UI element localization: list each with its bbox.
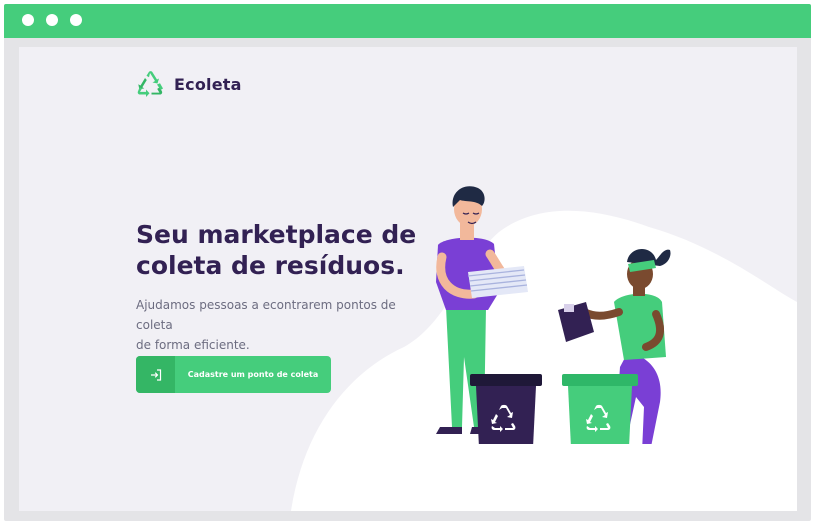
window-dot[interactable] [70, 14, 82, 26]
description-line: Ajudamos pessoas a econtrarem pontos de … [136, 298, 396, 332]
page-viewport: Ecoleta Seu marketplace de coleta de res… [19, 47, 797, 511]
page-title: Seu marketplace de coleta de resíduos. [136, 219, 436, 281]
bin-lid-green [562, 374, 638, 386]
title-line: coleta de resíduos. [136, 251, 405, 280]
recycle-bin-icon [568, 386, 632, 444]
plastic-jug [558, 302, 594, 342]
cta-label: Cadastre um ponto de coleta [187, 370, 319, 379]
sign-in-icon [150, 368, 161, 381]
register-collection-point-button[interactable]: Cadastre um ponto de coleta [136, 356, 331, 393]
window-titlebar [4, 4, 811, 38]
recycle-icon [137, 71, 163, 97]
browser-window: Ecoleta Seu marketplace de coleta de res… [4, 4, 811, 521]
title-line: Seu marketplace de [136, 220, 417, 249]
brand-logo[interactable]: Ecoleta [136, 71, 242, 97]
brand-name: Ecoleta [174, 74, 242, 94]
bin-lid-dark [470, 374, 542, 386]
hero-description: Ajudamos pessoas a econtrarem pontos de … [136, 295, 436, 355]
cta-icon-box [136, 356, 175, 393]
window-dot[interactable] [22, 14, 34, 26]
description-line: de forma eficiente. [136, 338, 250, 352]
recycle-bin-icon [476, 386, 536, 444]
recycling-illustration [436, 186, 671, 444]
window-dot[interactable] [46, 14, 58, 26]
man-shoe-left [436, 427, 462, 434]
